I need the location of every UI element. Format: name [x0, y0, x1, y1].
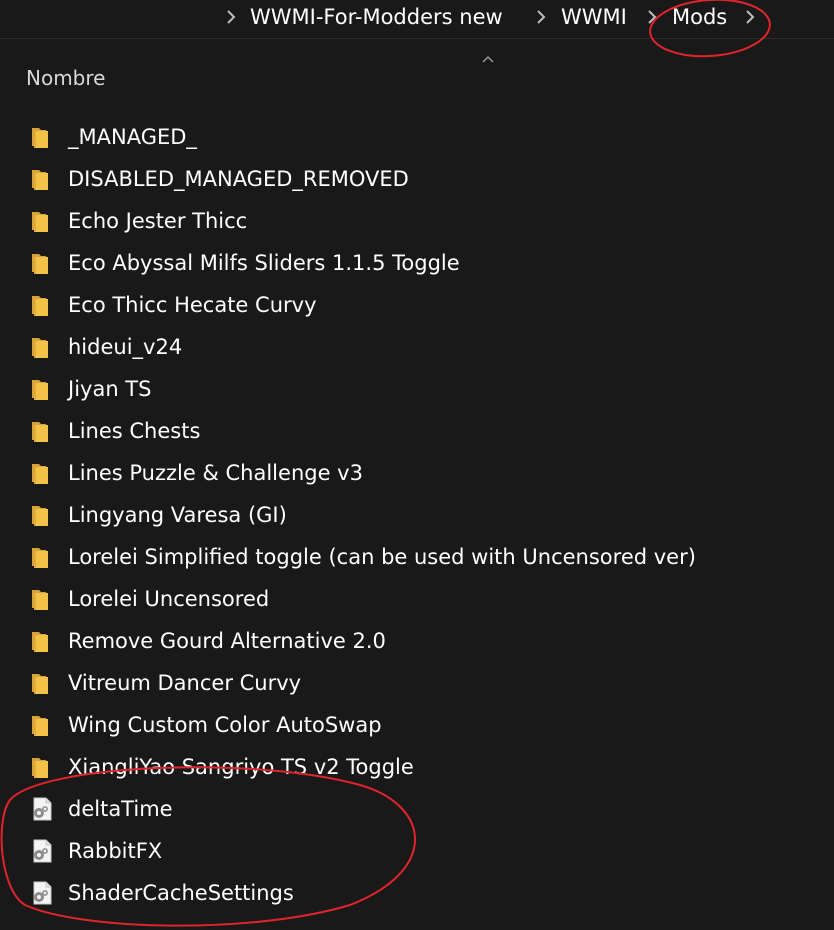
file-name: Lorelei Simplified toggle (can be used w…: [68, 545, 696, 569]
folder-row[interactable]: hideui_v24: [0, 326, 834, 368]
file-name: Lines Chests: [68, 419, 201, 443]
folder-row[interactable]: Lines Puzzle & Challenge v3: [0, 452, 834, 494]
file-name: Lingyang Varesa (GI): [68, 503, 287, 527]
file-name: Jiyan TS: [68, 377, 152, 401]
breadcrumb-item-mods[interactable]: Mods: [672, 4, 727, 30]
chevron-right-icon[interactable]: [647, 9, 657, 25]
file-name: Eco Abyssal Milfs Sliders 1.1.5 Toggle: [68, 251, 460, 275]
file-name: Wing Custom Color AutoSwap: [68, 713, 382, 737]
folder-row[interactable]: Lines Chests: [0, 410, 834, 452]
file-name: Lines Puzzle & Challenge v3: [68, 461, 363, 485]
file-explorer: WWMI-For-Modders new WWMI Mods Nombre _M…: [0, 0, 834, 930]
settings-file-icon: [28, 796, 56, 822]
file-row[interactable]: deltaTime: [0, 788, 834, 830]
folder-row[interactable]: Eco Thicc Hecate Curvy: [0, 284, 834, 326]
chevron-right-icon[interactable]: [745, 9, 755, 25]
file-name: DISABLED_MANAGED_REMOVED: [68, 167, 409, 191]
folder-icon: [28, 376, 56, 402]
file-name: _MANAGED_: [68, 125, 197, 149]
file-name: XiangliYao Sangriyo TS v2 Toggle: [68, 755, 414, 779]
chevron-right-icon[interactable]: [536, 9, 546, 25]
folder-icon: [28, 586, 56, 612]
folder-icon: [28, 208, 56, 234]
file-name: Remove Gourd Alternative 2.0: [68, 629, 386, 653]
folder-row[interactable]: Echo Jester Thicc: [0, 200, 834, 242]
sort-ascending-icon: [481, 49, 495, 63]
file-name: deltaTime: [68, 797, 173, 821]
file-name: RabbitFX: [68, 839, 163, 863]
folder-icon: [28, 166, 56, 192]
folder-icon: [28, 628, 56, 654]
folder-row[interactable]: _MANAGED_: [0, 116, 834, 158]
breadcrumb: WWMI-For-Modders new WWMI Mods: [0, 0, 834, 39]
folder-row[interactable]: Lingyang Varesa (GI): [0, 494, 834, 536]
folder-row[interactable]: XiangliYao Sangriyo TS v2 Toggle: [0, 746, 834, 788]
folder-row[interactable]: DISABLED_MANAGED_REMOVED: [0, 158, 834, 200]
column-header-name[interactable]: Nombre: [26, 64, 105, 92]
file-name: Lorelei Uncensored: [68, 587, 270, 611]
folder-icon: [28, 544, 56, 570]
folder-icon: [28, 460, 56, 486]
folder-icon: [28, 250, 56, 276]
folder-row[interactable]: Jiyan TS: [0, 368, 834, 410]
file-name: Echo Jester Thicc: [68, 209, 248, 233]
file-list: _MANAGED_ DISABLED_MANAGED_REMOVED Echo Je…: [0, 116, 834, 914]
folder-icon: [28, 754, 56, 780]
folder-icon: [28, 418, 56, 444]
folder-icon: [28, 334, 56, 360]
folder-row[interactable]: Wing Custom Color AutoSwap: [0, 704, 834, 746]
file-row[interactable]: ShaderCacheSettings: [0, 872, 834, 914]
file-row[interactable]: RabbitFX: [0, 830, 834, 872]
breadcrumb-item-wwmi-for-modders[interactable]: WWMI-For-Modders new: [250, 4, 503, 30]
file-name: Vitreum Dancer Curvy: [68, 671, 302, 695]
file-name: hideui_v24: [68, 335, 183, 359]
chevron-right-icon[interactable]: [226, 9, 236, 25]
settings-file-icon: [28, 838, 56, 864]
folder-row[interactable]: Remove Gourd Alternative 2.0: [0, 620, 834, 662]
folder-row[interactable]: Lorelei Simplified toggle (can be used w…: [0, 536, 834, 578]
folder-icon: [28, 292, 56, 318]
file-name: ShaderCacheSettings: [68, 881, 294, 905]
folder-icon: [28, 712, 56, 738]
folder-icon: [28, 502, 56, 528]
folder-icon: [28, 670, 56, 696]
file-name: Eco Thicc Hecate Curvy: [68, 293, 317, 317]
folder-row[interactable]: Lorelei Uncensored: [0, 578, 834, 620]
folder-row[interactable]: Vitreum Dancer Curvy: [0, 662, 834, 704]
settings-file-icon: [28, 880, 56, 906]
folder-icon: [28, 124, 56, 150]
breadcrumb-item-wwmi[interactable]: WWMI: [561, 4, 627, 30]
folder-row[interactable]: Eco Abyssal Milfs Sliders 1.1.5 Toggle: [0, 242, 834, 284]
